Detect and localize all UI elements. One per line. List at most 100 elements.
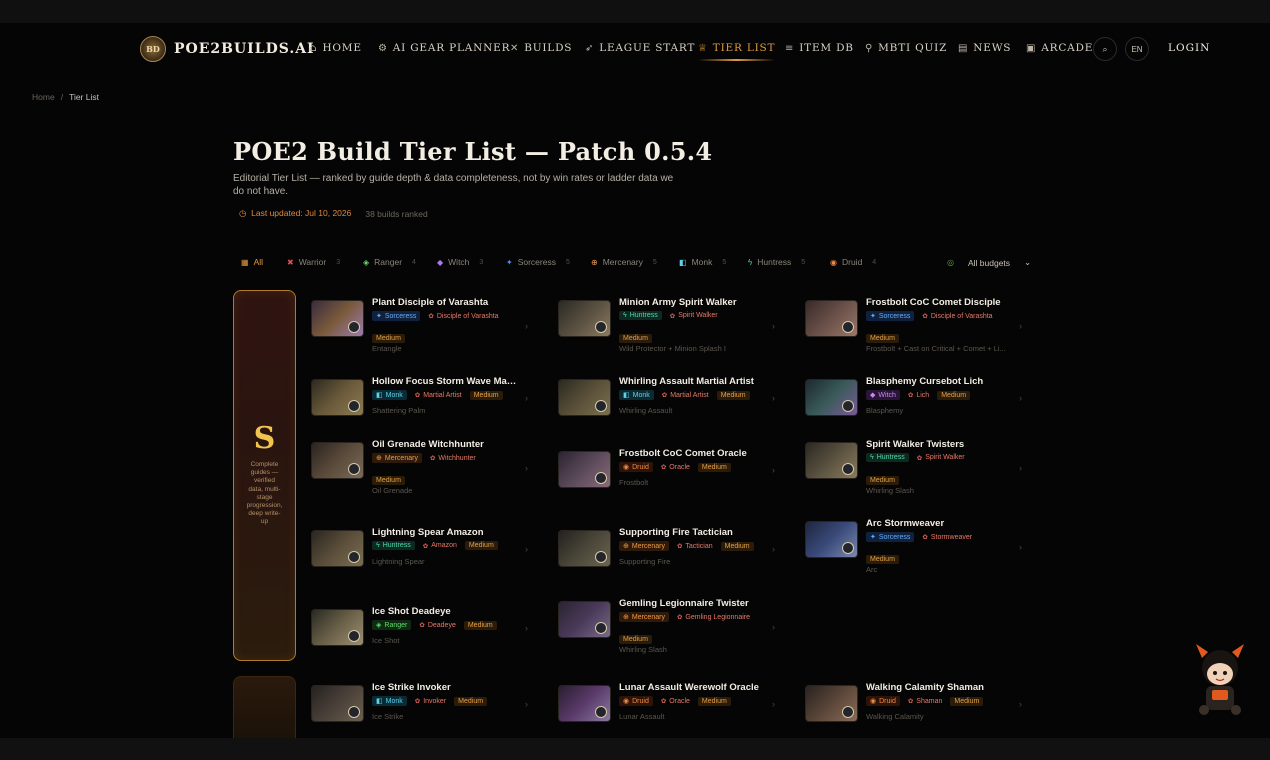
filter-huntress[interactable]: ϟ Huntress 5 bbox=[748, 257, 805, 267]
build-thumbnail bbox=[558, 530, 611, 567]
build-name: Arc Stormweaver bbox=[866, 518, 945, 529]
nav-ai-gear-planner[interactable]: ⚙ AI GEAR PLANNER bbox=[378, 42, 510, 54]
class-badge: ϟ Huntress bbox=[866, 453, 909, 462]
chevron-down-icon: ⌄ bbox=[1024, 257, 1032, 267]
build-card[interactable]: Arc Stormweaver ✦ Sorceress ✿ Stormweaver Med… bbox=[805, 518, 1035, 574]
build-name: Oil Grenade Witchhunter bbox=[372, 439, 484, 450]
nav-tier-list[interactable]: ♕ TIER LIST bbox=[698, 42, 776, 61]
build-name: Plant Disciple of Varashta bbox=[372, 297, 489, 308]
build-thumbnail bbox=[311, 530, 364, 567]
mascot-character[interactable] bbox=[1190, 640, 1250, 720]
build-skills: Walking Calamity bbox=[866, 712, 924, 721]
ascendancy-icon: ✿ bbox=[907, 392, 914, 399]
budget-select[interactable]: ◎ All budgets ⌄ bbox=[947, 257, 1031, 268]
nav-builds[interactable]: ✕ BUILDS bbox=[510, 42, 572, 54]
breadcrumb: Home / Tier List bbox=[32, 92, 99, 102]
class-badge: ◉ Druid bbox=[866, 696, 900, 706]
quiz-icon: ⚲ bbox=[865, 42, 874, 54]
build-skills: Blasphemy bbox=[866, 406, 904, 415]
build-card[interactable]: Plant Disciple of Varashta ✦ Sorceress ✿ Dis… bbox=[311, 297, 541, 353]
skill-gem-icon bbox=[842, 706, 854, 718]
class-badge: ◈ Ranger bbox=[372, 620, 412, 630]
filter-monk[interactable]: ◧ Monk 5 bbox=[679, 257, 726, 267]
language-toggle[interactable]: EN bbox=[1125, 37, 1149, 61]
mercenary-icon: ⊕ bbox=[591, 257, 598, 267]
search-button[interactable]: ⌕ bbox=[1093, 37, 1117, 61]
ascendancy-icon: ✿ bbox=[660, 464, 667, 471]
filter-ranger[interactable]: ◈ Ranger 4 bbox=[363, 257, 416, 267]
brand-logo[interactable]: BD POE2BUILDS.AI bbox=[140, 36, 315, 62]
ascendancy-badge: ✿ Martial Artist bbox=[661, 391, 709, 400]
trophy-icon: ♕ bbox=[698, 42, 708, 54]
budget-row: Medium bbox=[619, 628, 652, 646]
build-skills: Whirling Slash bbox=[866, 486, 914, 495]
build-tags: ◈ Ranger ✿ Deadeye Medium bbox=[372, 620, 497, 630]
filter-druid[interactable]: ◉ Druid 4 bbox=[830, 257, 876, 267]
build-card[interactable]: Lightning Spear Amazon ϟ Huntress ✿ Amazon Me… bbox=[311, 527, 541, 573]
budget-badge: Medium bbox=[937, 390, 971, 400]
build-thumbnail bbox=[558, 379, 611, 416]
class-icon: ⊕ bbox=[623, 543, 629, 550]
build-card[interactable]: Blasphemy Cursebot Lich ◆ Witch ✿ Lich Medium… bbox=[805, 376, 1035, 422]
build-card[interactable]: Supporting Fire Tactician ⊕ Mercenary ✿ Tact… bbox=[558, 527, 788, 573]
newspaper-icon: ▤ bbox=[958, 42, 969, 54]
build-name: Lunar Assault Werewolf Oracle bbox=[619, 682, 759, 693]
build-skills: Whirling Slash bbox=[619, 645, 667, 654]
build-card[interactable]: Whirling Assault Martial Artist ◧ Monk ✿ Mar… bbox=[558, 376, 788, 422]
budget-badge: Medium bbox=[463, 620, 497, 630]
build-name: Hollow Focus Storm Wave Martial Artist bbox=[372, 376, 517, 387]
budget-icon: ◎ bbox=[947, 258, 954, 267]
nav-news[interactable]: ▤ NEWS bbox=[958, 42, 1011, 54]
ranger-icon: ◈ bbox=[363, 257, 370, 267]
build-card[interactable]: Hollow Focus Storm Wave Martial Artist◧M… bbox=[311, 376, 541, 422]
build-card[interactable]: Frostbolt CoC Comet Disciple ✦ Sorceress ✿ D… bbox=[805, 297, 1035, 353]
class-icon: ✦ bbox=[870, 534, 876, 541]
build-card[interactable]: Minion Army Spirit Walker ϟ Huntress ✿ Spiri… bbox=[558, 297, 788, 353]
class-badge: ◧ Monk bbox=[619, 390, 654, 400]
ascendancy-icon: ✿ bbox=[429, 455, 436, 462]
build-card[interactable]: Walking Calamity Shaman ◉ Druid ✿ Shaman Medi… bbox=[805, 682, 1035, 728]
ascendancy-badge: ✿ Spirit Walker bbox=[669, 312, 718, 320]
budget-badge: Medium bbox=[619, 334, 652, 343]
build-card[interactable]: Gemling Legionnaire Twister ⊕ Mercenary ✿ Ge… bbox=[558, 598, 788, 654]
breadcrumb-current: Tier List bbox=[69, 92, 99, 102]
filter-sorceress[interactable]: ✦ Sorceress 5 bbox=[506, 257, 570, 267]
monk-icon: ◧ bbox=[679, 257, 687, 267]
nav-item-db[interactable]: ≡ ITEM DB bbox=[785, 42, 854, 54]
chevron-right-icon: › bbox=[1019, 393, 1022, 403]
nav-arcade[interactable]: ▣ ARCADE bbox=[1026, 42, 1093, 54]
nav-mbti-quiz[interactable]: ⚲ MBTI QUIZ bbox=[865, 42, 947, 54]
skill-gem-icon bbox=[348, 630, 360, 642]
build-card[interactable]: Ice Strike Invoker ◧ Monk ✿ Invoker Medium Ice… bbox=[311, 682, 541, 728]
build-tags: ◧ Monk ✿ Martial Artist Medium bbox=[619, 390, 750, 400]
build-name: Walking Calamity Shaman bbox=[866, 682, 984, 693]
build-card[interactable]: Spirit Walker Twisters ϟ Huntress ✿ Spirit W… bbox=[805, 439, 1035, 495]
build-card[interactable]: Oil Grenade Witchhunter ⊕ Mercenary ✿ Witchh… bbox=[311, 439, 541, 495]
class-icon: ϟ bbox=[376, 542, 380, 549]
budget-row: Medium bbox=[866, 327, 899, 345]
chevron-right-icon: › bbox=[525, 699, 528, 709]
rocket-icon: ➶ bbox=[585, 42, 595, 54]
build-card[interactable]: Lunar Assault Werewolf Oracle ◉ Druid ✿ Orac… bbox=[558, 682, 788, 728]
ascendancy-badge: ✿ Martial Artist bbox=[414, 391, 462, 400]
nav-home[interactable]: ⌂ HOME bbox=[309, 42, 362, 54]
breadcrumb-home[interactable]: Home bbox=[32, 92, 55, 102]
build-thumbnail bbox=[558, 685, 611, 722]
class-badge: ◆ Witch bbox=[866, 390, 900, 400]
ascendancy-badge: ✿ Shaman bbox=[907, 697, 943, 706]
skill-gem-icon bbox=[348, 551, 360, 563]
build-card[interactable]: Frostbolt CoC Comet Oracle ◉ Druid ✿ Oracle M… bbox=[558, 448, 788, 494]
druid-icon: ◉ bbox=[830, 257, 837, 267]
build-thumbnail bbox=[311, 300, 364, 337]
filter-warrior[interactable]: ✖ Warrior 3 bbox=[287, 257, 340, 267]
build-name: Blasphemy Cursebot Lich bbox=[866, 376, 984, 387]
login-button[interactable]: LOGIN bbox=[1168, 42, 1210, 54]
home-icon: ⌂ bbox=[309, 42, 318, 54]
build-tags: ⊕ Mercenary ✿ Gemling Legionnaire bbox=[619, 612, 750, 622]
build-card[interactable]: Ice Shot Deadeye ◈ Ranger ✿ Deadeye Medium Ice… bbox=[311, 606, 541, 652]
nav-league-start[interactable]: ➶ LEAGUE START bbox=[585, 42, 695, 54]
filter-all[interactable]: ▦ All bbox=[241, 257, 263, 267]
build-name: Gemling Legionnaire Twister bbox=[619, 598, 749, 609]
filter-mercenary[interactable]: ⊕ Mercenary 5 bbox=[591, 257, 657, 267]
filter-witch[interactable]: ◆ Witch 3 bbox=[437, 257, 483, 267]
